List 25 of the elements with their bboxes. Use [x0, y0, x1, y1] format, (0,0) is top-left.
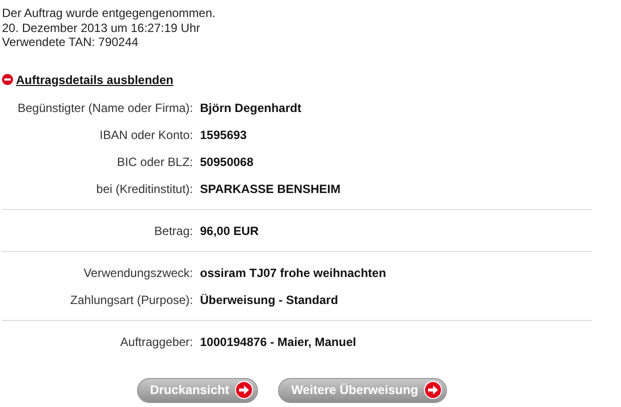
field-value: SPARKASSE BENSHEIM — [200, 182, 340, 196]
confirmation-text: Verwendete TAN: 790244 — [2, 35, 140, 50]
toggle-link[interactable]: Auftragsdetails ausblenden — [16, 72, 174, 86]
action-button[interactable]: Druckansicht — [137, 378, 258, 402]
field-value: 96,00 EUR — [200, 224, 259, 238]
arrow-right-icon — [424, 381, 442, 399]
action-button[interactable]: Weitere Überweisung — [278, 378, 448, 402]
field-value: 1595693 — [200, 128, 247, 142]
field-value: 50950068 — [200, 155, 254, 169]
field-value: Björn Degenhardt — [200, 101, 302, 115]
arrow-right-icon — [235, 381, 254, 399]
field-value: Überweisung - Standard — [200, 293, 338, 307]
confirmation-text: Der Auftrag wurde entgegengenommen. — [2, 6, 216, 20]
field-label: Verwendungszweck: — [82, 266, 194, 280]
field-value: ossiram TJ07 frohe weihnachten — [200, 266, 386, 280]
confirmation-text: 20. Dezember 2013 um 16:27:19 Uhr — [2, 20, 202, 35]
minus-icon[interactable] — [2, 74, 13, 85]
field-value: 1000194876 - Maier, Manuel — [200, 335, 356, 349]
field-label: Betrag: — [153, 224, 194, 238]
field-label: Auftraggeber: — [119, 335, 194, 349]
field-label: Zahlungsart (Purpose): — [69, 293, 194, 307]
field-label: bei (Kreditinstitut): — [95, 182, 194, 196]
field-label: IBAN oder Konto: — [98, 128, 194, 142]
field-label: Begünstigter (Name oder Firma): — [16, 101, 194, 115]
field-label: BIC oder BLZ: — [116, 155, 194, 169]
